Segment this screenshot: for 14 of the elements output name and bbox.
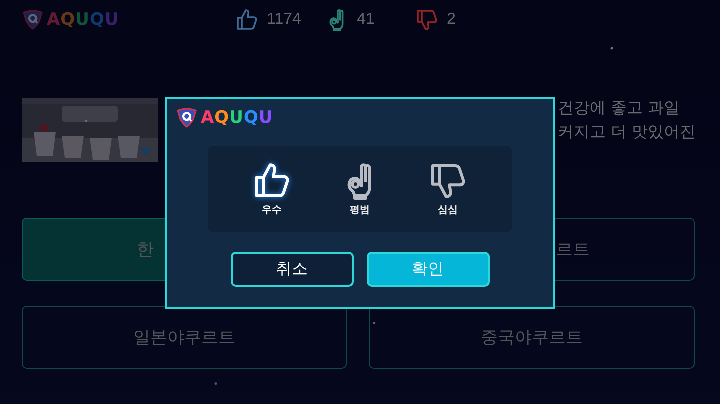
count-text: 41 (357, 11, 376, 29)
thumbs-down-icon (415, 8, 439, 32)
rating-option[interactable]: 우수 (248, 159, 296, 219)
count-text: 2 (447, 11, 457, 29)
question-text: 커지고 더 맛있어진 (558, 122, 696, 142)
thumbs-up-icon (235, 8, 259, 32)
question-text: 건강에 좋고 과일 (558, 98, 681, 118)
rating-option[interactable]: 심심 (424, 159, 472, 219)
logo-text: AQUQU (47, 10, 120, 30)
rating-option[interactable]: 평범 (336, 159, 384, 219)
count-text: 1174 (267, 11, 302, 29)
logo-icon (176, 108, 198, 128)
cancel-button[interactable]: 취소 (230, 252, 354, 287)
logo-text: AQUQU (201, 108, 274, 128)
